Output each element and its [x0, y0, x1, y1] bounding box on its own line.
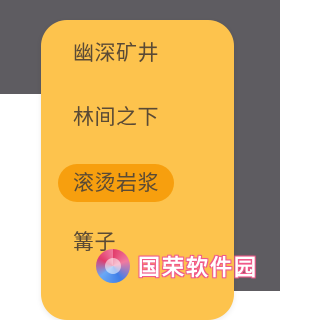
globe-logo-icon: [96, 249, 130, 283]
menu-item-deep-mine[interactable]: 幽深矿井: [73, 38, 159, 68]
menu-item-hot-lava-selected[interactable]: 滚烫岩浆: [58, 164, 174, 202]
menu-item-under-forest[interactable]: 林间之下: [73, 102, 159, 132]
watermark-text: 国荣软件园: [138, 256, 259, 281]
site-watermark: 国荣软件园: [96, 246, 258, 286]
